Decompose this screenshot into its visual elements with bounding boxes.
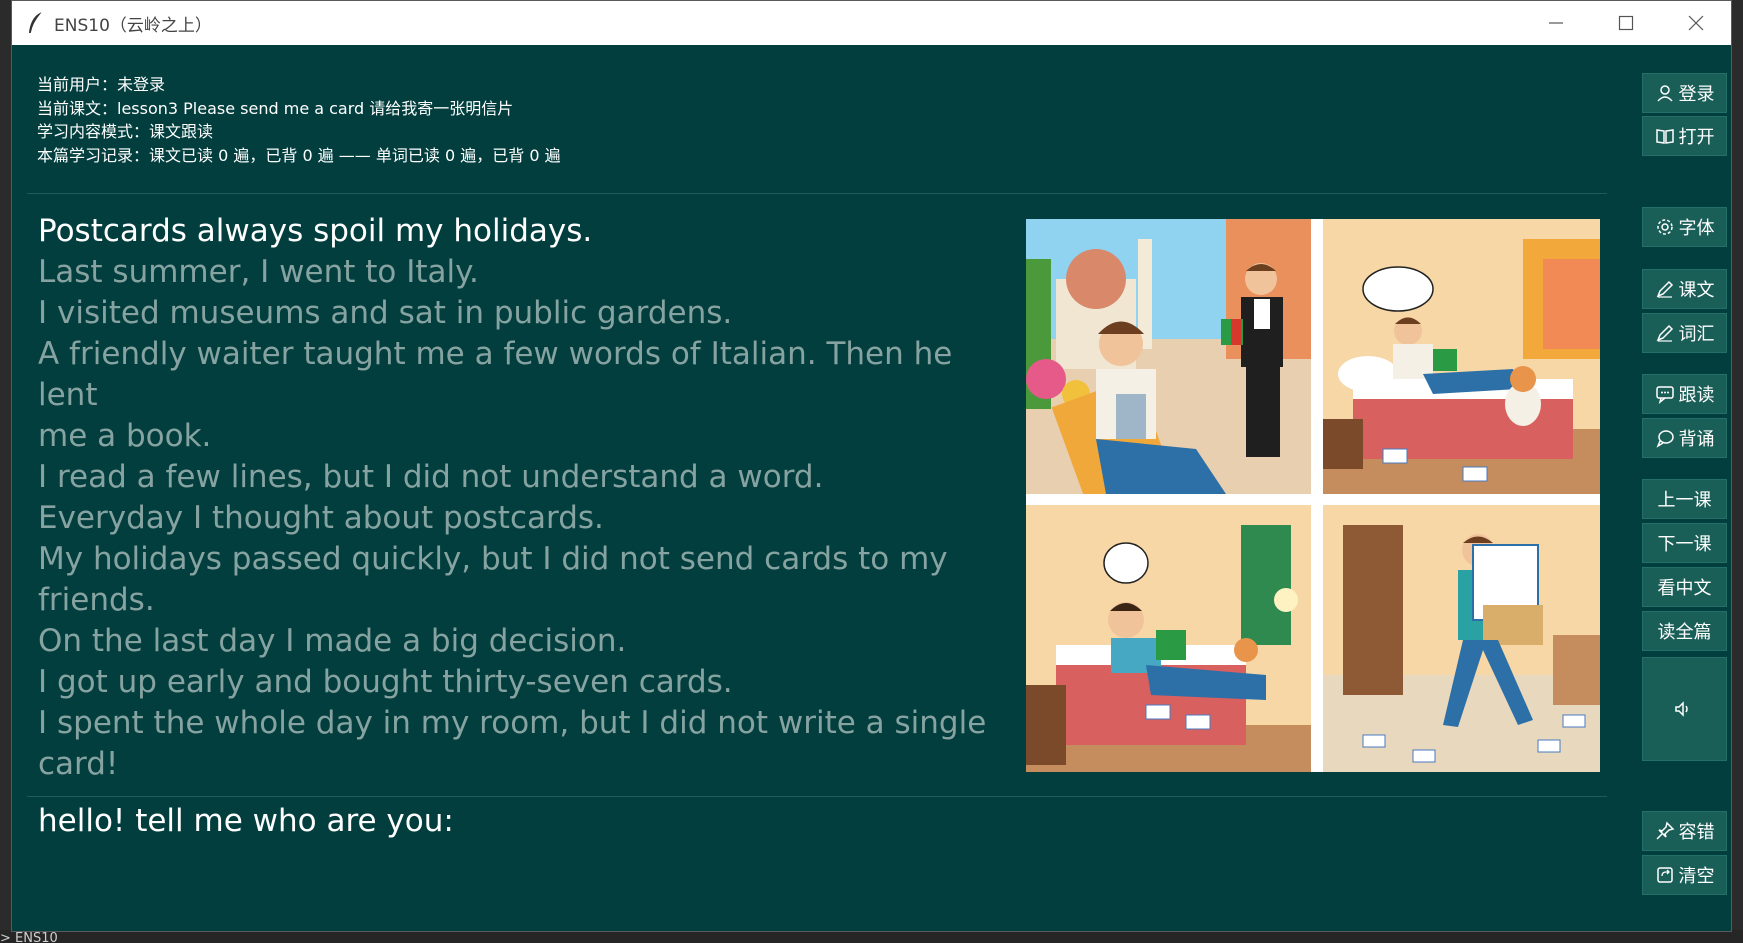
- read-all-label: 读全篇: [1657, 622, 1712, 643]
- comic-panel-bedroom: [1323, 219, 1600, 494]
- chat-prompt-text: hello! tell me who are you:: [38, 803, 454, 839]
- login-label: 登录: [1678, 84, 1715, 105]
- text-mode-label: 课文: [1678, 280, 1715, 301]
- study-record-text: 本篇学习记录：课文已读 0 遍，已背 0 遍 —— 单词已读 0 遍，已背 0 …: [37, 145, 561, 165]
- comic-panel-italy: [1026, 219, 1311, 494]
- lesson-line[interactable]: On the last day I made a big decision.: [38, 621, 1018, 662]
- gear-icon: [1656, 219, 1673, 235]
- current-user-text: 当前用户：未登录: [37, 75, 166, 94]
- speech-bubble-icon: [1655, 430, 1674, 448]
- lesson-line-current[interactable]: Postcards always spoil my holidays.: [38, 211, 1018, 252]
- pen-icon: [1656, 280, 1673, 298]
- book-open-icon: [1655, 129, 1674, 144]
- bottom-divider: [27, 796, 1607, 797]
- window-title: ENS10（云岭之上）: [54, 15, 212, 36]
- lesson-line[interactable]: I got up early and bought thirty-seven c…: [38, 662, 1018, 703]
- follow-read-label: 跟读: [1678, 385, 1715, 406]
- clear-label: 清空: [1678, 866, 1715, 887]
- lesson-line[interactable]: me a book.: [38, 416, 1018, 457]
- title-bar: ENS10（云岭之上）: [12, 1, 1731, 45]
- pin-icon: [1655, 821, 1674, 840]
- clear-icon: [1656, 867, 1673, 883]
- maximize-icon: [1618, 15, 1634, 31]
- chat-bubble-icon: [1655, 386, 1674, 404]
- read-all-button[interactable]: 读全篇: [1642, 611, 1727, 651]
- feather-icon: [29, 11, 43, 34]
- open-label: 打开: [1678, 127, 1715, 148]
- top-divider: [27, 193, 1607, 194]
- pen-icon: [1656, 324, 1673, 342]
- background-ide-left: [0, 0, 11, 943]
- comic-panel-carrying-cards: [1323, 505, 1600, 772]
- lesson-line[interactable]: I spent the whole day in my room, but I …: [38, 703, 1018, 744]
- prev-lesson-button[interactable]: 上一课: [1642, 479, 1727, 519]
- speaker-icon: [1674, 701, 1688, 717]
- tolerance-label: 容错: [1678, 822, 1715, 843]
- lesson-line[interactable]: card!: [38, 744, 1018, 785]
- comic-panel-bed-thinking: [1026, 505, 1311, 772]
- next-lesson-button[interactable]: 下一课: [1642, 523, 1727, 563]
- clear-button[interactable]: 清空: [1642, 855, 1727, 895]
- lesson-line[interactable]: Everyday I thought about postcards.: [38, 498, 1018, 539]
- next-lesson-label: 下一课: [1657, 534, 1712, 555]
- show-chinese-button[interactable]: 看中文: [1642, 567, 1727, 607]
- lesson-line[interactable]: I visited museums and sat in public gard…: [38, 293, 1018, 334]
- lesson-line[interactable]: I read a few lines, but I did not unders…: [38, 457, 1018, 498]
- minimize-button[interactable]: [1521, 1, 1591, 45]
- app-window: ENS10（云岭之上） 当前用户：未登录 当前课文：lesson3 Please…: [11, 0, 1732, 932]
- prev-lesson-label: 上一课: [1657, 490, 1712, 511]
- recite-button[interactable]: 背诵: [1642, 418, 1727, 458]
- font-label: 字体: [1678, 218, 1715, 239]
- login-button[interactable]: 登录: [1642, 73, 1727, 113]
- study-mode-text: 学习内容模式：课文跟读: [37, 122, 214, 141]
- lesson-line[interactable]: Last summer, I went to Italy.: [38, 252, 1018, 293]
- lesson-line[interactable]: My holidays passed quickly, but I did no…: [38, 539, 1018, 580]
- lesson-line[interactable]: friends.: [38, 580, 1018, 621]
- vocab-mode-button[interactable]: 词汇: [1642, 313, 1727, 353]
- lesson-illustration: [1026, 219, 1600, 772]
- vocab-mode-label: 词汇: [1678, 324, 1715, 345]
- minimize-icon: [1549, 22, 1563, 24]
- lesson-line[interactable]: A friendly waiter taught me a few words …: [38, 334, 1018, 416]
- text-mode-button[interactable]: 课文: [1642, 269, 1727, 309]
- status-info: 当前用户：未登录 当前课文：lesson3 Please send me a c…: [37, 73, 561, 167]
- sidebar: 登录 打开 字体 课文 词汇 跟读 背诵 上一课 下一课 看中文 读全篇 容错 …: [1637, 1, 1727, 933]
- recite-label: 背诵: [1678, 429, 1715, 450]
- speaker-button[interactable]: [1642, 657, 1727, 761]
- font-button[interactable]: 字体: [1642, 207, 1727, 247]
- open-button[interactable]: 打开: [1642, 116, 1727, 156]
- current-lesson-text: 当前课文：lesson3 Please send me a card 请给我寄一…: [37, 98, 514, 118]
- user-icon: [1656, 85, 1673, 102]
- background-ide-right: [1732, 0, 1743, 943]
- show-chinese-label: 看中文: [1657, 578, 1712, 599]
- follow-read-button[interactable]: 跟读: [1642, 374, 1727, 414]
- tolerance-button[interactable]: 容错: [1642, 811, 1727, 851]
- lesson-text: Postcards always spoil my holidays. Last…: [38, 211, 1018, 785]
- background-terminal-text: > ENS10: [0, 931, 58, 943]
